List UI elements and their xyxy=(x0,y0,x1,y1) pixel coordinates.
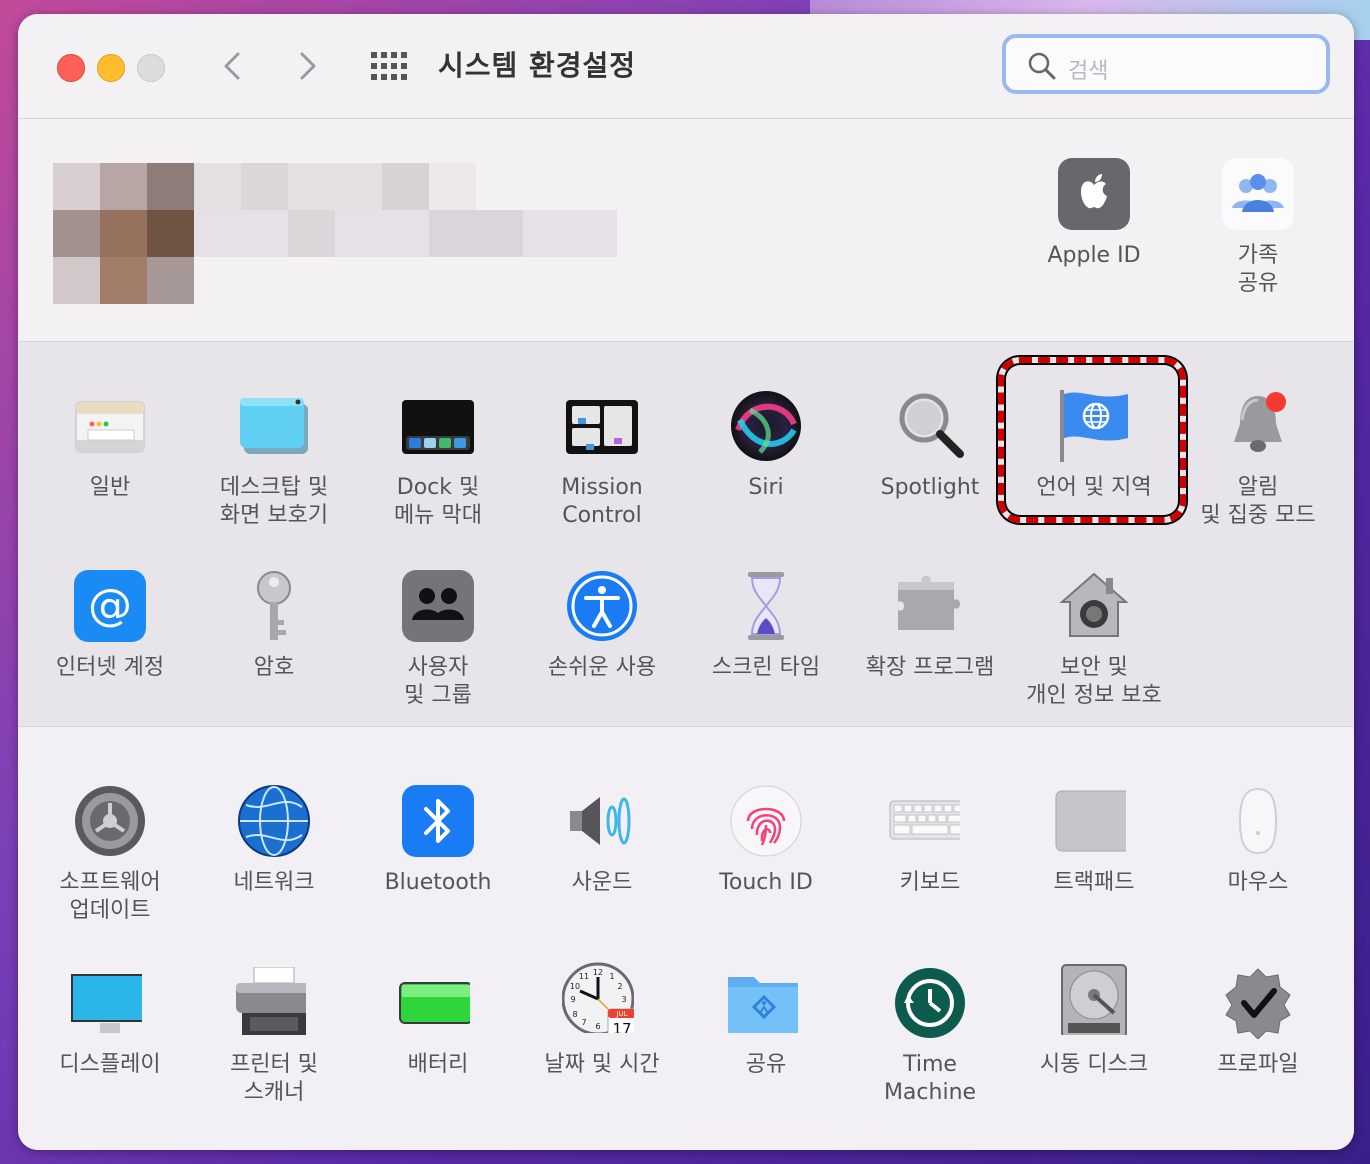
apple-id-icon xyxy=(1058,158,1130,230)
profiles-icon xyxy=(1225,968,1291,1039)
software-update-icon xyxy=(75,786,145,856)
svg-text:6: 6 xyxy=(595,1022,600,1031)
pref-label: Dock 및 메뉴 막대 xyxy=(394,475,482,528)
battery-icon xyxy=(399,982,470,1024)
pref-label: Mission Control xyxy=(561,475,643,528)
screen-time-icon xyxy=(748,572,784,640)
pref-label: 확장 프로그램 xyxy=(865,655,995,680)
pref-label: 사용자 및 그룹 xyxy=(404,655,472,708)
chevron-left-icon xyxy=(224,52,240,80)
forward-button[interactable] xyxy=(288,46,328,86)
passwords-icon xyxy=(257,571,291,640)
pref-label: 키보드 xyxy=(899,870,961,895)
pref-label: Spotlight xyxy=(880,475,980,500)
security-privacy-icon xyxy=(1059,572,1129,637)
bluetooth-icon xyxy=(402,785,474,857)
pref-label: 트랙패드 xyxy=(1053,870,1135,895)
mission-control-icon xyxy=(566,400,638,454)
pref-label: 소프트웨어 업데이트 xyxy=(59,870,161,923)
window-title: 시스템 환경설정 xyxy=(438,49,637,82)
highlight-box xyxy=(998,357,1186,523)
search-placeholder: 검색 xyxy=(1068,59,1109,84)
sound-icon xyxy=(570,797,631,845)
dock-icon xyxy=(402,400,474,454)
notifications-icon xyxy=(1234,392,1286,452)
pref-label: Time Machine xyxy=(883,1052,977,1105)
users-groups-icon xyxy=(402,570,474,642)
svg-text:9: 9 xyxy=(570,995,575,1004)
zoom-button[interactable] xyxy=(137,54,165,82)
svg-text:8: 8 xyxy=(572,1010,577,1019)
siri-icon xyxy=(731,391,801,461)
pref-label: 손쉬운 사용 xyxy=(547,655,657,680)
pref-label: 데스크탑 및 화면 보호기 xyxy=(219,475,329,528)
keyboard-icon xyxy=(889,800,960,840)
pref-label: 알림 및 집중 모드 xyxy=(1200,475,1316,528)
pref-label: Touch ID xyxy=(719,870,813,895)
spotlight-icon xyxy=(899,393,964,458)
svg-text:10: 10 xyxy=(570,982,580,991)
svg-text:11: 11 xyxy=(579,972,589,981)
pref-label: 디스플레이 xyxy=(59,1052,161,1077)
pref-label: 보안 및 개인 정보 보호 xyxy=(1026,655,1162,708)
pref-label: 마우스 xyxy=(1227,870,1289,895)
show-all-button[interactable] xyxy=(368,50,408,82)
svg-text:@: @ xyxy=(88,580,132,631)
general-icon xyxy=(75,401,145,453)
pref-label: Apple ID xyxy=(1047,243,1141,268)
pref-label: 인터넷 계정 xyxy=(55,655,165,680)
avatar[interactable] xyxy=(53,163,617,304)
account-section: Apple ID 가족 공유 xyxy=(18,119,1354,342)
time-machine-icon xyxy=(895,968,965,1038)
svg-text:12: 12 xyxy=(593,968,603,977)
extensions-icon xyxy=(898,576,960,630)
svg-text:2: 2 xyxy=(617,982,622,991)
hardware-section: 소프트웨어 업데이트 네트워크 Bluetooth 사운드 Touch ID 키… xyxy=(18,727,1354,1150)
pref-label: 가족 공유 xyxy=(1237,243,1279,296)
pref-label: 프린터 및 스캐너 xyxy=(230,1052,318,1105)
svg-text:7: 7 xyxy=(581,1018,586,1027)
pref-label: 스크린 타임 xyxy=(711,655,821,680)
desktop-screensaver-icon xyxy=(240,398,308,454)
grid-icon xyxy=(371,52,407,80)
calendar-day: 17 xyxy=(612,1020,631,1033)
startup-disk-icon xyxy=(1061,964,1127,1035)
touch-id-icon xyxy=(730,785,802,857)
svg-text:1: 1 xyxy=(609,972,614,981)
family-sharing-icon xyxy=(1222,158,1294,230)
network-icon xyxy=(238,785,310,857)
sharing-icon xyxy=(728,977,798,1033)
printers-scanners-icon xyxy=(236,967,306,1035)
internet-accounts-icon: @ xyxy=(74,570,146,642)
pref-label: 사운드 xyxy=(571,870,633,895)
trackpad-icon xyxy=(1055,790,1126,852)
accessibility-icon xyxy=(567,571,637,641)
date-time-icon: 12 3 6 9 12 1110 87 JUL 17 xyxy=(562,962,634,1033)
pref-label: 일반 xyxy=(89,475,131,500)
pref-label: 날짜 및 시간 xyxy=(544,1052,660,1077)
close-button[interactable] xyxy=(57,54,85,82)
pref-label: Bluetooth xyxy=(384,870,492,895)
search-input[interactable]: 검색 xyxy=(1002,34,1330,94)
minimize-button[interactable] xyxy=(97,54,125,82)
chevron-right-icon xyxy=(300,52,316,80)
pref-label: 프로파일 xyxy=(1217,1052,1299,1077)
displays-icon xyxy=(71,974,142,1033)
pref-label: 공유 xyxy=(745,1052,787,1077)
svg-text:3: 3 xyxy=(621,995,626,1004)
pref-label: 암호 xyxy=(253,655,295,680)
calendar-month: JUL xyxy=(615,1010,627,1018)
search-icon xyxy=(1028,52,1056,80)
back-button[interactable] xyxy=(212,46,252,86)
system-preferences-window: 시스템 환경설정 검색 Apple ID 가족 공유 일반 데스크탑 및 화면 … xyxy=(18,14,1354,1150)
pref-label: 시동 디스크 xyxy=(1039,1052,1149,1077)
mouse-icon xyxy=(1238,787,1278,855)
pref-label: Siri xyxy=(748,475,784,500)
pref-label: 배터리 xyxy=(407,1052,469,1077)
toolbar: 시스템 환경설정 검색 xyxy=(18,14,1354,119)
pref-label: 네트워크 xyxy=(233,870,315,895)
